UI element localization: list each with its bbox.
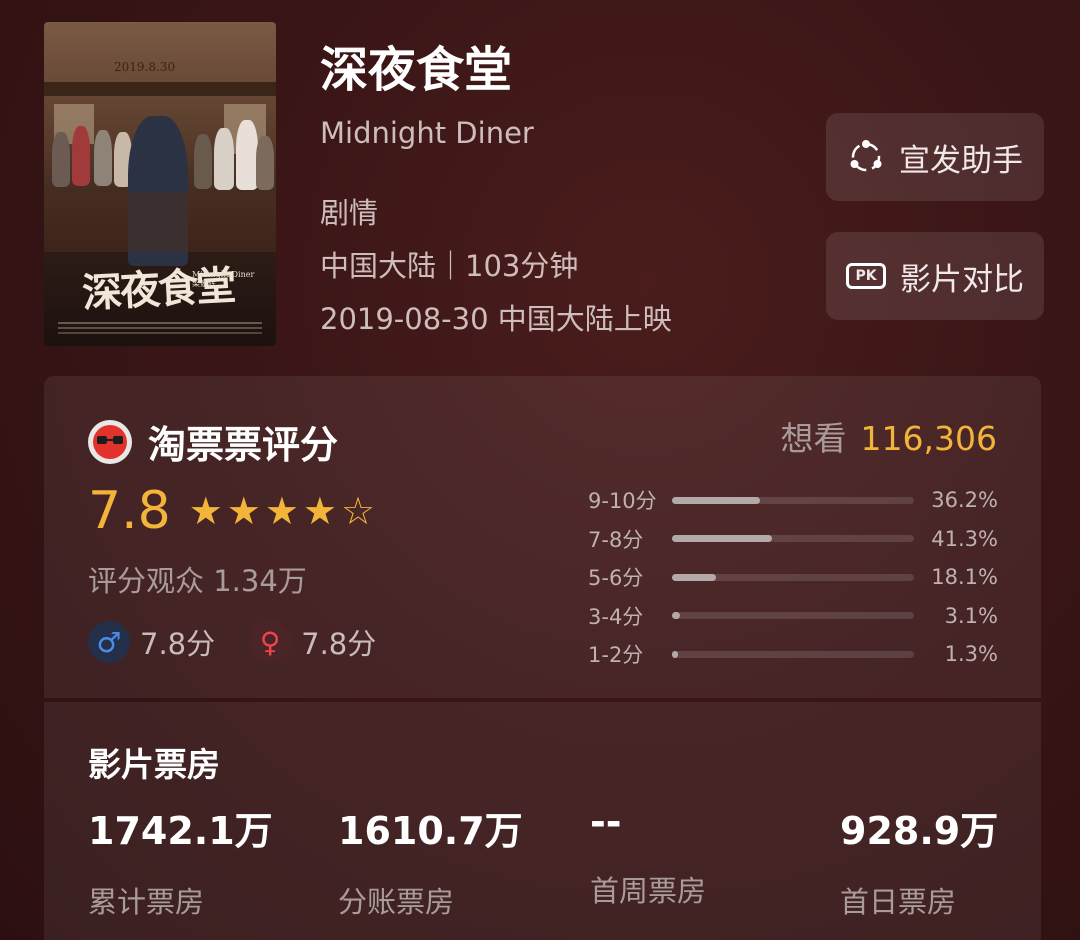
- rating-brand: 淘票票评分: [88, 414, 338, 469]
- share-network-icon: [850, 140, 882, 172]
- poster-figure: [236, 120, 258, 190]
- box-office-value: --: [590, 800, 622, 844]
- poster-figure: [52, 132, 70, 187]
- poster-figure: [194, 134, 212, 189]
- rating-distribution-row: 1-2分 1.3%: [588, 635, 998, 674]
- poster-counter: [44, 192, 276, 252]
- box-office-value: 1742.1万: [88, 809, 273, 853]
- rating-brand-name: 淘票票评分: [148, 423, 339, 467]
- male-icon: ♂: [88, 621, 130, 663]
- rating-audience-count: 评分观众 1.34万: [88, 564, 307, 598]
- score-row: 7.8 ★★★★☆: [88, 481, 379, 541]
- box-office-cumulative: 1742.1万 累计票房: [88, 800, 273, 921]
- rating-card[interactable]: 淘票票评分 想看 116,306 7.8 ★★★★☆ 评分观众 1.34万 ♂ 7…: [44, 376, 1041, 698]
- male-score: 7.8分: [140, 627, 216, 661]
- movie-title: 深夜食堂: [320, 42, 513, 98]
- poster-beam: [44, 82, 276, 96]
- box-office-label: 累计票房: [88, 885, 205, 919]
- distribution-label: 5-6分: [588, 566, 644, 591]
- distribution-percent: 3.1%: [944, 603, 998, 628]
- want-to-watch-count: 116,306: [860, 419, 997, 458]
- promo-assistant-button[interactable]: 宣发助手: [826, 113, 1044, 201]
- rating-distribution-row: 9-10分 36.2%: [588, 481, 998, 520]
- box-office-title: 影片票房: [88, 745, 220, 784]
- rating-distribution-row: 3-4分 3.1%: [588, 597, 998, 636]
- distribution-bar-fill: [672, 650, 679, 658]
- taopiaopiao-logo-icon: [88, 419, 132, 464]
- compare-films-label: 影片对比: [900, 261, 1024, 298]
- box-office-label: 首周票房: [590, 874, 707, 908]
- box-office-value: 1610.7万: [338, 809, 523, 853]
- rating-distribution: 9-10分 36.2% 7-8分 41.3% 5-6分 18.1% 3-4分 3.1% 1-2分…: [588, 481, 998, 674]
- distribution-bar-track: [672, 612, 914, 620]
- distribution-label: 7-8分: [588, 527, 644, 552]
- poster-director: 梁家辉: [192, 279, 216, 288]
- movie-region-duration: 中国大陆｜103分钟: [320, 249, 579, 283]
- distribution-label: 9-10分: [588, 489, 657, 514]
- rating-stars: ★★★★☆: [188, 489, 380, 533]
- distribution-bar-fill: [672, 573, 716, 581]
- distribution-percent: 41.3%: [931, 526, 998, 551]
- distribution-percent: 1.3%: [944, 642, 998, 667]
- promo-assistant-label: 宣发助手: [899, 142, 1023, 179]
- distribution-bar-track: [672, 573, 914, 581]
- poster-figure: [214, 128, 234, 190]
- rating-score: 7.8: [88, 481, 171, 541]
- poster-figure: [94, 130, 112, 186]
- distribution-bar-track: [672, 650, 914, 658]
- box-office-first-week: -- 首周票房: [590, 800, 706, 910]
- box-office-card[interactable]: 影片票房 1742.1万 累计票房 1610.7万 分账票房 -- 首周票房 9…: [44, 702, 1041, 940]
- rating-distribution-row: 7-8分 41.3%: [588, 520, 998, 559]
- poster-date: 2019.8.30: [114, 60, 176, 74]
- box-office-value: 928.9万: [840, 809, 999, 853]
- poster-figure: [72, 126, 90, 186]
- movie-release-date: 2019-08-30 中国大陆上映: [320, 302, 672, 336]
- distribution-bar-fill: [672, 535, 772, 543]
- poster-english-title: Midnight Diner 梁家辉: [192, 270, 254, 288]
- poster-figure: [256, 136, 274, 190]
- movie-poster[interactable]: 2019.8.30 深夜食堂 Midnight Diner 梁家辉: [44, 22, 276, 346]
- want-to-watch: 想看 116,306: [781, 412, 997, 460]
- distribution-label: 1-2分: [588, 643, 644, 668]
- female-score: 7.8分: [301, 627, 377, 661]
- box-office-first-day: 928.9万 首日票房: [840, 800, 998, 921]
- distribution-bar-fill: [672, 496, 760, 504]
- female-icon: ♀: [249, 621, 292, 663]
- poster-english-text: Midnight Diner: [192, 270, 255, 279]
- distribution-bar-fill: [672, 612, 680, 620]
- movie-english-title: Midnight Diner: [320, 116, 534, 150]
- gender-scores: ♂ 7.8分 ♀ 7.8分: [88, 621, 376, 663]
- box-office-split: 1610.7万 分账票房: [338, 800, 523, 921]
- movie-genre: 剧情: [320, 196, 379, 230]
- compare-films-button[interactable]: PK 影片对比: [826, 232, 1044, 320]
- distribution-label: 3-4分: [588, 604, 644, 629]
- rating-distribution-row: 5-6分 18.1%: [588, 558, 998, 597]
- want-to-watch-label: 想看: [780, 419, 847, 458]
- distribution-bar-track: [672, 535, 914, 543]
- distribution-percent: 36.2%: [931, 488, 998, 513]
- poster-fineprint: [58, 322, 262, 324]
- pk-icon: PK: [846, 263, 886, 289]
- distribution-percent: 18.1%: [931, 565, 998, 590]
- box-office-label: 分账票房: [338, 885, 455, 919]
- box-office-label: 首日票房: [840, 885, 957, 919]
- distribution-bar-track: [672, 496, 914, 504]
